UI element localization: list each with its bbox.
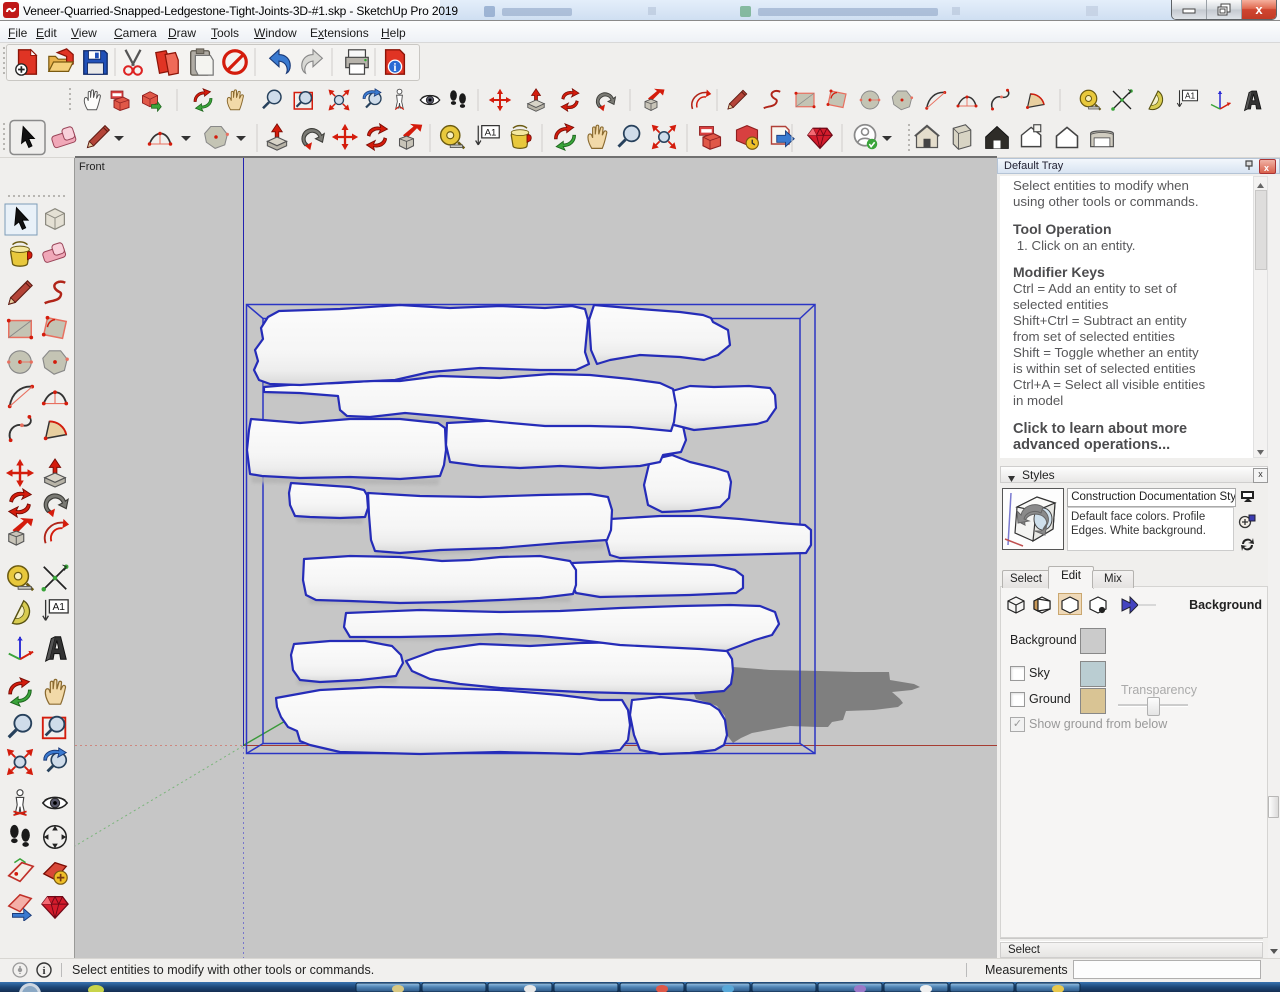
svg-text:i: i xyxy=(42,965,45,977)
svg-text:x: x xyxy=(1255,2,1263,17)
svg-text:x: x xyxy=(1264,163,1269,173)
svg-text:Front: Front xyxy=(79,161,105,173)
